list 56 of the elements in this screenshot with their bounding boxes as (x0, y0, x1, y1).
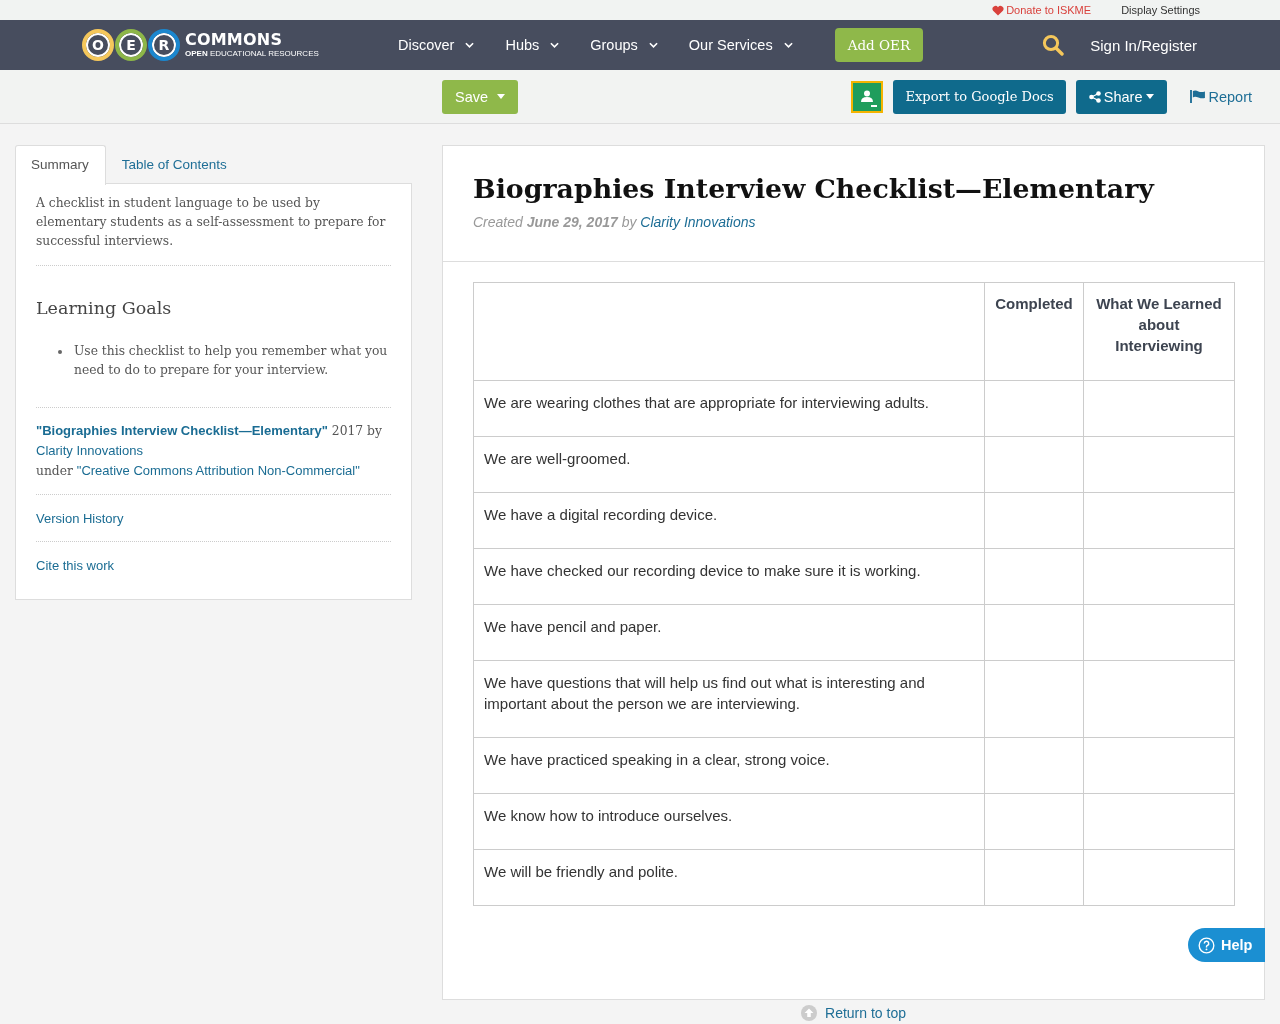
chevron-down-icon (550, 42, 560, 48)
donate-link[interactable]: Donate to ISKME (992, 3, 1092, 17)
table-cell: We have pencil and paper. (473, 604, 985, 661)
report-link[interactable]: Report (1190, 88, 1252, 105)
attribution-text: "Biographies Interview Checklist—Elementary" 2017 by Clarity Innovations under "Creative Commons Attribution Non-Commercial" (36, 422, 383, 480)
table-cell: We have questions that will help us find out what is interesting and important about the person we are interviewing. (473, 660, 985, 738)
logo-letter-ring[interactable]: E (115, 29, 147, 61)
logo-wordmark[interactable]: COMMONS (185, 31, 319, 49)
created-meta: Created June 29, 2017 by Clarity Innovations (473, 213, 757, 232)
chevron-down-icon (465, 42, 475, 48)
chevron-down-icon (648, 42, 658, 48)
author-link[interactable]: Clarity Innovations (640, 214, 756, 230)
license-link[interactable]: "Creative Commons Attribution Non-Commercial" (76, 463, 360, 478)
flag-icon (1190, 90, 1206, 103)
sidebar-link[interactable]: Cite this work (36, 558, 115, 573)
column-header: What We Learned about Interviewing (1083, 282, 1235, 381)
chevron-down-icon (783, 42, 793, 48)
table-cell: We know how to introduce ourselves. (473, 793, 985, 850)
table-cell: We are wearing clothes that are appropriate for interviewing adults. (473, 380, 985, 437)
logo-tagline: OPEN EDUCATIONAL RESOURCES (185, 49, 319, 59)
column-header: Completed (984, 282, 1084, 381)
logo-letter-ring[interactable]: O (82, 29, 114, 61)
nav-menu-item[interactable]: Groups (590, 37, 658, 53)
nav-menu-item[interactable]: Hubs (505, 37, 560, 53)
table-cell: We have a digital recording device. (473, 492, 985, 549)
bullet-icon (58, 350, 62, 354)
logo-letter-ring[interactable]: R (148, 29, 180, 61)
sidebar-tab[interactable]: Summary (15, 145, 106, 185)
table-cell: We will be friendly and polite. (473, 849, 985, 906)
nav-menu-item[interactable]: Our Services (688, 37, 793, 53)
table-cell: We are well-groomed. (473, 436, 985, 493)
caret-icon (497, 94, 506, 99)
table-cell: We have checked our recording device to make sure it is working. (473, 548, 985, 605)
arrow-up-circle-icon (801, 1005, 818, 1021)
share-icon (1088, 90, 1101, 103)
export-google-docs-button[interactable]: Export to Google Docs (893, 79, 1066, 114)
heart-icon (992, 4, 1005, 16)
resource-title-link[interactable]: "Biographies Interview Checklist—Elementary" (36, 423, 328, 438)
display-settings-link[interactable]: Display Settings (1121, 3, 1200, 17)
learning-goal-text: Use this checklist to help you remember what you need to do to prepare for your interview. (74, 343, 389, 379)
teacher-board-icon[interactable] (851, 80, 884, 113)
author-link[interactable]: Clarity Innovations (36, 443, 143, 458)
caret-icon (1146, 94, 1155, 99)
return-to-top-link[interactable]: Return to top (801, 1005, 906, 1021)
table-cell: We have practiced speaking in a clear, strong voice. (473, 737, 985, 794)
sign-in-link[interactable]: Sign In/Register (1090, 36, 1197, 54)
learning-goals-heading: Learning Goals (36, 297, 173, 320)
help-button[interactable]: Help (1188, 928, 1265, 962)
search-icon[interactable] (1042, 34, 1065, 56)
sidebar-link[interactable]: Version History (36, 511, 124, 526)
nav-menu-item[interactable]: Discover (398, 37, 475, 53)
share-button[interactable]: Share (1075, 79, 1168, 114)
resource-title: Biographies Interview Checklist—Elementary (473, 172, 1156, 206)
summary-text: A checklist in student language to be used by elementary students as a self-assessment to prepare for successful interviews. (36, 195, 387, 250)
question-circle-icon (1198, 936, 1215, 954)
sidebar-tab[interactable]: Table of Contents (105, 145, 244, 184)
